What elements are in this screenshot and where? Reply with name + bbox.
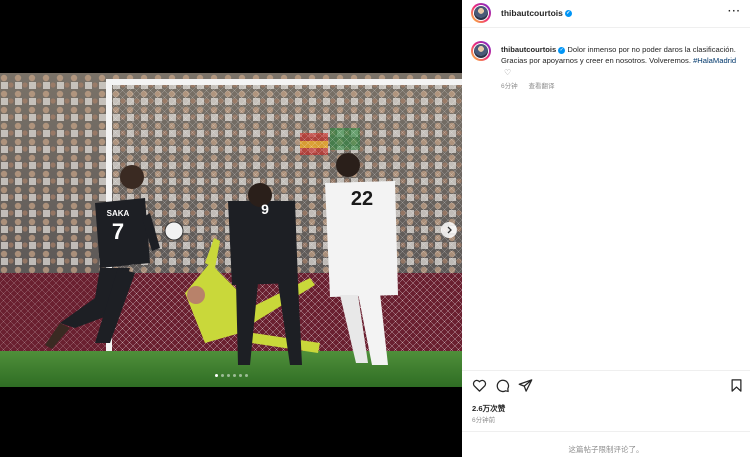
carousel-dot — [226, 374, 230, 377]
next-photo-button[interactable] — [441, 222, 457, 238]
comments-closed-notice: 这篇帖子限制评论了。 — [568, 445, 644, 454]
header-username-text[interactable]: thibautcourtois — [501, 8, 563, 18]
post-photo[interactable]: SAKA 7 9 22 — [0, 73, 462, 387]
post-media: SAKA 7 9 22 — [0, 0, 462, 457]
jersey-number-left: 7 — [112, 219, 124, 244]
football-penalty-image: SAKA 7 9 22 — [0, 73, 462, 387]
translate-link[interactable]: 查看翻译 — [528, 83, 554, 90]
jersey-name-left: SAKA — [107, 209, 130, 218]
avatar[interactable] — [471, 3, 491, 23]
jersey-number-right: 22 — [351, 188, 373, 210]
carousel-dot — [238, 374, 242, 377]
action-bar — [472, 378, 742, 394]
heart-icon[interactable] — [472, 378, 487, 393]
divider — [462, 370, 750, 371]
heart-outline-icon[interactable]: ♡ — [504, 67, 511, 78]
header-username[interactable]: thibautcourtois ✓ — [501, 8, 572, 18]
carousel-dot — [214, 374, 218, 377]
chevron-right-icon — [447, 226, 452, 234]
bookmark-icon[interactable] — [729, 378, 744, 393]
caption-username[interactable]: thibautcourtois — [501, 45, 556, 54]
post-side-panel: thibautcourtois ✓ ··· thibautcourtois ✓ Do… — [462, 0, 750, 457]
verified-badge-icon: ✓ — [564, 10, 572, 18]
caption-avatar[interactable] — [471, 41, 491, 61]
more-icon[interactable]: ··· — [728, 6, 741, 17]
caption-time: 6分钟 — [501, 83, 518, 90]
verified-badge-icon: ✓ — [558, 46, 566, 54]
post-time: 6分钟前 — [472, 417, 496, 424]
divider — [462, 431, 750, 432]
caption-meta: 6分钟 查看翻译 — [501, 80, 563, 90]
carousel-indicator — [0, 374, 462, 377]
hashtag-link[interactable]: #HalaMadrid — [693, 56, 736, 65]
caption: thibautcourtois ✓ Dolor inmenso por no po… — [501, 44, 741, 78]
carousel-dot — [220, 374, 224, 377]
post-header: thibautcourtois ✓ ··· — [462, 0, 750, 28]
carousel-dot — [232, 374, 236, 377]
likes-count[interactable]: 2.6万次赞 — [472, 403, 505, 414]
jersey-number-mid: 9 — [261, 201, 269, 217]
share-icon[interactable] — [518, 378, 533, 393]
comment-icon[interactable] — [495, 378, 510, 393]
carousel-dot — [244, 374, 248, 377]
